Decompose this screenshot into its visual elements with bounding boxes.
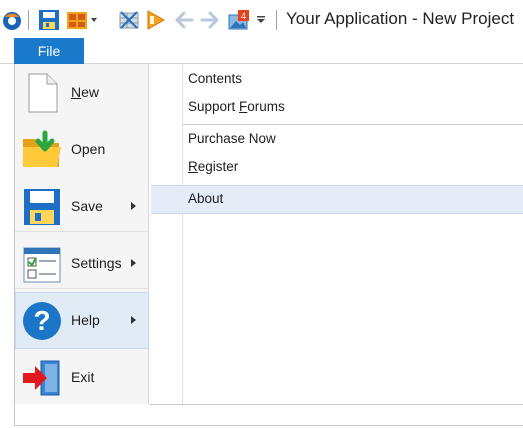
dropdown-arrow-icon[interactable] (90, 9, 98, 31)
nav-save[interactable]: Save (15, 178, 149, 235)
run-icon[interactable] (146, 9, 166, 31)
menu-item-contents[interactable]: Contents (188, 71, 242, 86)
menu-item-purchase-now[interactable]: Purchase Now (188, 131, 276, 146)
nav-exit[interactable]: Exit (15, 349, 149, 406)
menu-item-support-forums[interactable]: Support Forums (188, 99, 285, 114)
forward-arrow-icon[interactable] (200, 9, 220, 31)
nav-settings-label: Settings (71, 255, 122, 271)
nav-help[interactable]: ? Help (15, 292, 149, 349)
toolbar-separator (276, 10, 277, 30)
save-icon (24, 189, 60, 225)
svg-text:?: ? (33, 305, 50, 336)
nav-exit-label: Exit (71, 369, 95, 385)
save-icon[interactable] (38, 9, 60, 31)
back-arrow-icon[interactable] (174, 9, 194, 31)
title-bar: 4 Your Application - New Project (0, 0, 523, 38)
exit-icon (23, 360, 60, 396)
nav-divider (15, 231, 149, 232)
submenu-arrow-icon (131, 259, 136, 267)
layout-icon[interactable] (66, 9, 88, 31)
nav-help-label: Help (71, 312, 100, 328)
backstage-nav: New Open Save Settings ? Help Exit (15, 64, 149, 404)
submenu-arrow-icon (131, 202, 136, 210)
nav-divider (15, 288, 149, 289)
status-divider (150, 404, 523, 405)
settings-checklist-icon (23, 247, 61, 283)
ribbon-tab-strip: File (0, 38, 523, 64)
customize-toolbar-icon[interactable] (256, 9, 266, 31)
nav-new-label: New (71, 84, 100, 100)
new-document-icon (28, 73, 58, 113)
nav-open[interactable]: Open (15, 121, 149, 178)
content-gutter-line (182, 64, 183, 404)
app-icon[interactable] (2, 9, 22, 31)
notification-icon[interactable]: 4 (228, 9, 250, 31)
window-title: Your Application - New Project (286, 9, 515, 28)
notification-badge: 4 (241, 11, 246, 21)
help-icon: ? (23, 302, 61, 340)
cut-icon[interactable] (118, 9, 140, 31)
submenu-arrow-icon (131, 316, 136, 324)
menu-item-register[interactable]: Register (188, 159, 238, 174)
nav-save-label: Save (71, 198, 103, 214)
help-content-pane (150, 64, 523, 404)
nav-new[interactable]: New (15, 64, 149, 121)
tab-file[interactable]: File (14, 38, 84, 64)
nav-open-label: Open (71, 141, 106, 157)
toolbar-separator (28, 10, 29, 30)
nav-settings[interactable]: Settings (15, 235, 149, 292)
open-folder-icon (23, 130, 61, 167)
menu-item-about[interactable]: About (188, 191, 223, 206)
menu-divider (182, 124, 523, 125)
